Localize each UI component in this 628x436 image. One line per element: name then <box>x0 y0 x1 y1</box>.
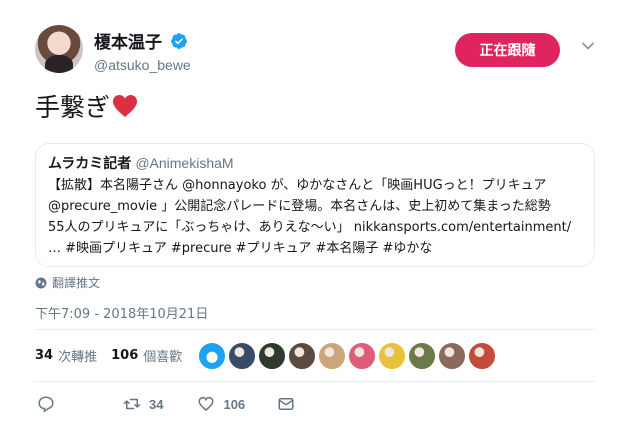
quoted-tweet-card[interactable]: ムラカミ記者 @AnimekishaM 【拡散】本名陽子さん @honnayoko… <box>35 143 595 267</box>
quote-body: 【拡散】本名陽子さん @honnayoko が、ゆかなさんと「映画HUGっと！プ… <box>48 178 572 256</box>
quote-author-handle: @AnimekishaM <box>135 155 234 171</box>
like-button[interactable]: 106 <box>197 395 245 413</box>
retweets-count[interactable]: 34 <box>35 348 53 363</box>
chevron-down-icon[interactable] <box>581 39 595 53</box>
translate-label[interactable]: 翻譯推文 <box>52 274 100 291</box>
envelope-icon <box>278 398 294 410</box>
tweet-stats: 34 次轉推 106 個喜歡 <box>35 346 196 365</box>
retweet-count: 34 <box>149 396 164 412</box>
verified-badge-icon <box>171 32 188 49</box>
globe-icon <box>35 277 47 288</box>
liker-avatar[interactable] <box>258 342 286 370</box>
retweet-button[interactable]: 34 <box>123 395 163 413</box>
liker-avatar[interactable] <box>468 342 496 370</box>
following-button[interactable]: 正在跟隨 <box>455 33 560 67</box>
divider-top <box>35 329 595 330</box>
likes-count[interactable]: 106 <box>111 348 138 363</box>
tweet-header: 榎本温子 @atsuko_bewe 正在跟隨 <box>35 25 605 75</box>
author-avatar[interactable] <box>35 25 83 73</box>
author-display-name[interactable]: 榎本温子 <box>94 28 162 53</box>
retweets-label[interactable]: 次轉推 <box>58 346 97 365</box>
red-heart-icon <box>113 95 138 117</box>
liker-avatar[interactable] <box>228 342 256 370</box>
likes-label[interactable]: 個喜歡 <box>143 346 182 365</box>
liker-avatars <box>198 342 498 370</box>
liker-avatar[interactable] <box>378 342 406 370</box>
quote-author-name: ムラカミ記者 <box>48 156 132 172</box>
reply-button[interactable] <box>37 395 63 413</box>
liker-avatar[interactable] <box>408 342 436 370</box>
author-handle[interactable]: @atsuko_bewe <box>94 57 191 73</box>
quote-author: ムラカミ記者 @AnimekishaM <box>48 154 582 173</box>
liker-avatar[interactable] <box>198 342 226 370</box>
translate-tweet-link[interactable]: 翻譯推文 <box>35 274 100 291</box>
liker-avatar[interactable] <box>438 342 466 370</box>
reply-icon <box>38 396 54 413</box>
divider-bottom <box>35 381 595 382</box>
retweet-icon <box>123 398 141 410</box>
tweet-actions: 34 106 <box>35 395 295 413</box>
liker-avatar[interactable] <box>288 342 316 370</box>
direct-message-button[interactable] <box>277 395 295 413</box>
like-count: 106 <box>223 396 246 412</box>
tweet-text: 手繋ぎ <box>35 88 138 124</box>
tweet-timestamp[interactable]: 下午7:09 - 2018年10月21日 <box>35 303 208 322</box>
like-heart-icon <box>198 396 214 411</box>
liker-avatar[interactable] <box>318 342 346 370</box>
tweet-text-content: 手繋ぎ <box>35 93 111 122</box>
author-name-block: 榎本温子 @atsuko_bewe <box>94 28 191 73</box>
liker-avatar[interactable] <box>348 342 376 370</box>
